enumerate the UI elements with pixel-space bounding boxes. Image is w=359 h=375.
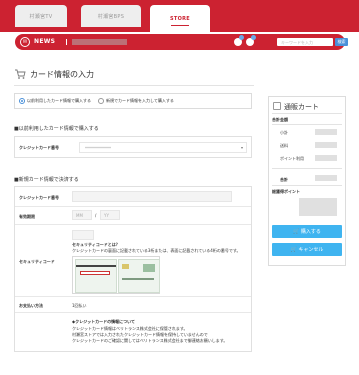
expiry-month-placeholder: MM — [76, 213, 83, 218]
tab-tv[interactable]: 村瀬宮TV — [15, 5, 67, 27]
security-code-card-image — [72, 256, 160, 294]
divider — [14, 85, 254, 86]
buy-button[interactable]: 🛒 購入する — [272, 225, 342, 238]
saved-card-number-label: クレジットカード番号 — [19, 145, 59, 150]
tab-active-underline — [171, 25, 189, 26]
chevron-down-icon: ▾ — [240, 145, 243, 150]
section-new-title: ■新規カード情報で決済する — [14, 177, 79, 183]
payment-option-group: 以前利用したカード情報で購入する 新規でカード情報を入力して購入する — [14, 93, 252, 109]
row-expiry: 有効期限 MM / YY — [15, 207, 251, 225]
card-number-input[interactable] — [72, 191, 232, 202]
card-magstripe — [76, 265, 116, 267]
divider — [272, 124, 342, 125]
notice-line: クレジットカードのご確認に関してはベリトランス株式会社まで御連絡お願いします。 — [72, 338, 228, 343]
radio-saved-card[interactable] — [19, 98, 25, 104]
points-section-title: 総獲得ポイント — [272, 189, 300, 194]
security-code-input[interactable] — [72, 230, 94, 240]
cancel-button-label: キャンセル — [298, 247, 324, 253]
divider — [272, 113, 342, 114]
news-logo-icon: ✉ — [20, 37, 30, 47]
cancel-button[interactable]: 🛒 キャンセル — [272, 243, 342, 256]
payment-count-label: お支払い方法 — [19, 303, 43, 308]
total-value-redacted — [315, 175, 337, 181]
expiry-month-input[interactable]: MM — [72, 210, 92, 220]
points-used-value-redacted — [315, 155, 337, 161]
page-title: カード情報の入力 — [30, 70, 94, 79]
expiry-year-placeholder: YY — [104, 213, 109, 218]
expiry-separator: / — [95, 213, 97, 218]
tab-store[interactable]: STORE — [150, 5, 210, 32]
row-notice: ◆クレジットカードの情報について クレジットカード情報はベリトランス株式会社に保… — [15, 313, 251, 351]
divider — [272, 168, 342, 169]
cart-title: 通販カート — [284, 103, 319, 111]
tab-bps[interactable]: 村瀬宮BPS — [81, 5, 141, 27]
news-bar: ✉ NEWS キーワードを入力 検索 — [15, 34, 348, 50]
cart-box-icon — [273, 102, 281, 110]
shipping-value-redacted — [315, 142, 337, 148]
expiry-label: 有効期限 — [19, 214, 35, 219]
new-card-table: クレジットカード番号 有効期限 MM / YY セキュリティコード セキュリティ… — [14, 186, 252, 352]
news-ticker[interactable] — [72, 39, 127, 45]
news-separator — [66, 39, 67, 45]
top-tab-bar: 村瀬宮TV 村瀬宮BPS STORE — [0, 0, 359, 32]
cart-badge — [251, 35, 256, 40]
saved-card-table: クレジットカード番号 ************* ▾ — [14, 136, 252, 158]
news-label: NEWS — [34, 38, 56, 45]
card-back-image — [75, 259, 117, 293]
section-saved-title: ■以前利用したカード情報で購入する — [14, 126, 99, 132]
radio-saved-card-label[interactable]: 以前利用したカード情報で購入する — [27, 98, 91, 104]
subtotal-value-redacted — [315, 129, 337, 135]
expiry-year-input[interactable]: YY — [100, 210, 120, 220]
tab-store-label: STORE — [169, 15, 191, 22]
radio-new-card-label[interactable]: 新規でカード情報を入力して購入する — [106, 98, 174, 104]
buy-button-label: 購入する — [300, 229, 321, 235]
divider — [272, 185, 342, 186]
row-payment-count: お支払い方法 1回払い — [15, 297, 251, 313]
search-button[interactable]: 検索 — [335, 38, 348, 46]
card-number-print — [122, 278, 154, 280]
card-number-label: クレジットカード番号 — [19, 195, 59, 200]
security-description: クレジットカードの裏面に記載されている3桁または、表面に記載されている4桁の番号… — [72, 248, 241, 253]
card-signature-strip — [80, 271, 110, 275]
subtotal-label: 小計 — [280, 130, 288, 135]
card-chip — [122, 264, 129, 269]
search-input[interactable]: キーワードを入力 — [277, 38, 333, 46]
card-front-image — [118, 259, 160, 293]
cancel-cart-icon: 🛒 — [290, 246, 299, 253]
notice-heading: ◆クレジットカードの情報について — [72, 319, 135, 324]
points-value-redacted — [299, 198, 337, 216]
saved-card-select-value: ************* — [85, 146, 111, 151]
shipping-label: 送料 — [280, 143, 288, 148]
cart-sidebar: 通販カート 合計金額 小計 送料 ポイント利用 合計 総獲得ポイント 🛒 購入す… — [268, 96, 346, 266]
row-card-number: クレジットカード番号 — [15, 187, 251, 207]
shopping-cart-icon — [15, 69, 26, 79]
total-section-title: 合計金額 — [272, 117, 288, 122]
saved-card-select[interactable]: ************* ▾ — [79, 142, 247, 153]
payment-count-value: 1回払い — [72, 303, 87, 308]
card-logo — [143, 264, 155, 272]
security-code-label: セキュリティコード — [19, 259, 55, 264]
cart-icon: 🛒 — [293, 228, 301, 235]
total-label: 合計 — [280, 177, 288, 182]
row-security: セキュリティコード セキュリティコードとは？ クレジットカードの裏面に記載されて… — [15, 225, 251, 297]
heart-badge — [239, 35, 244, 40]
points-used-label: ポイント利用 — [280, 156, 304, 161]
radio-new-card[interactable] — [98, 98, 104, 104]
